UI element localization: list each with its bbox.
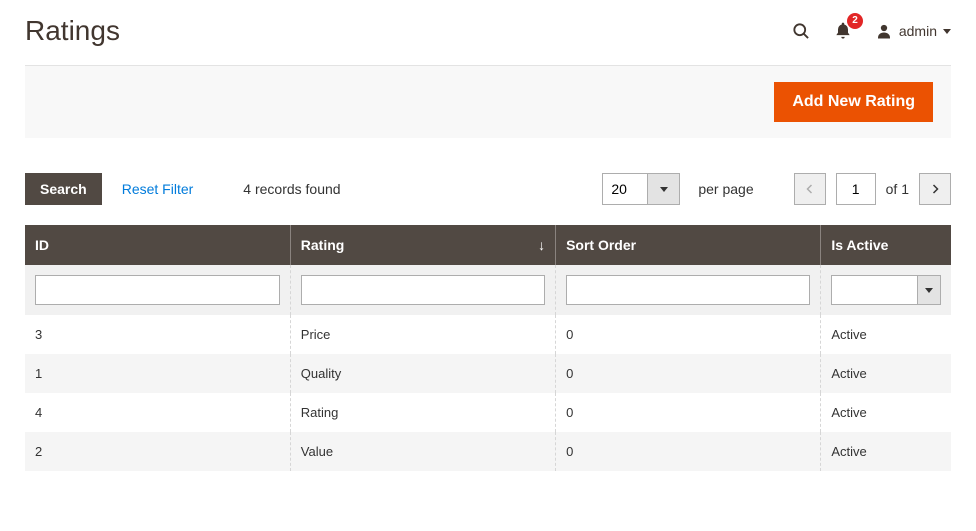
col-header-sort-order[interactable]: Sort Order [556,225,821,265]
add-new-rating-button[interactable]: Add New Rating [774,82,933,122]
chevron-left-icon [805,184,815,194]
admin-username: admin [899,23,937,39]
col-header-rating[interactable]: Rating ↓ [290,225,555,265]
filter-rating-input[interactable] [301,275,545,305]
ratings-grid: ID Rating ↓ Sort Order Is Active [25,225,951,471]
cell-sort_order: 0 [556,315,821,354]
pager-next-button[interactable] [919,173,951,205]
cell-rating: Quality [290,354,555,393]
table-row[interactable]: 4Rating0Active [25,393,951,432]
notifications-icon[interactable]: 2 [833,21,853,41]
col-header-is-active[interactable]: Is Active [821,225,951,265]
cell-is_active: Active [821,315,951,354]
table-row[interactable]: 2Value0Active [25,432,951,471]
toolbar-left: Search Reset Filter 4 records found [25,173,341,205]
cell-id: 2 [25,432,290,471]
cell-is_active: Active [821,354,951,393]
grid-toolbar: Search Reset Filter 4 records found per … [25,173,951,205]
filter-sort-order-input[interactable] [566,275,810,305]
table-row[interactable]: 1Quality0Active [25,354,951,393]
page-size-input[interactable] [602,173,648,205]
search-button[interactable]: Search [25,173,102,205]
cell-is_active: Active [821,393,951,432]
sort-arrow-down-icon: ↓ [538,237,545,253]
cell-is_active: Active [821,432,951,471]
page-header: Ratings 2 admin [25,15,951,47]
page-size-dropdown-arrow[interactable] [648,173,680,205]
records-found-label: 4 records found [243,181,340,197]
actions-bar: Add New Rating [25,65,951,138]
caret-down-icon [943,29,951,34]
cell-sort_order: 0 [556,393,821,432]
cell-sort_order: 0 [556,432,821,471]
grid-filter-row [25,265,951,315]
chevron-right-icon [930,184,940,194]
pager-current-page-input[interactable] [836,173,876,205]
admin-user-menu[interactable]: admin [875,22,951,40]
per-page-label: per page [698,181,753,197]
grid-header-row: ID Rating ↓ Sort Order Is Active [25,225,951,265]
table-row[interactable]: 3Price0Active [25,315,951,354]
notification-badge: 2 [847,13,863,29]
cell-id: 4 [25,393,290,432]
search-icon[interactable] [791,21,811,41]
filter-id-input[interactable] [35,275,280,305]
cell-rating: Price [290,315,555,354]
header-actions: 2 admin [791,21,951,41]
page-title: Ratings [25,15,120,47]
page-size-select[interactable] [602,173,680,205]
pager-prev-button[interactable] [794,173,826,205]
cell-rating: Value [290,432,555,471]
user-icon [875,22,893,40]
reset-filter-link[interactable]: Reset Filter [122,181,194,197]
cell-id: 1 [25,354,290,393]
toolbar-right: per page of 1 [602,173,951,205]
col-header-id[interactable]: ID [25,225,290,265]
filter-is-active-select[interactable] [831,275,941,305]
cell-sort_order: 0 [556,354,821,393]
cell-id: 3 [25,315,290,354]
pager: of 1 [794,173,951,205]
chevron-down-icon [917,275,941,305]
cell-rating: Rating [290,393,555,432]
pager-of-total: of 1 [886,181,909,197]
